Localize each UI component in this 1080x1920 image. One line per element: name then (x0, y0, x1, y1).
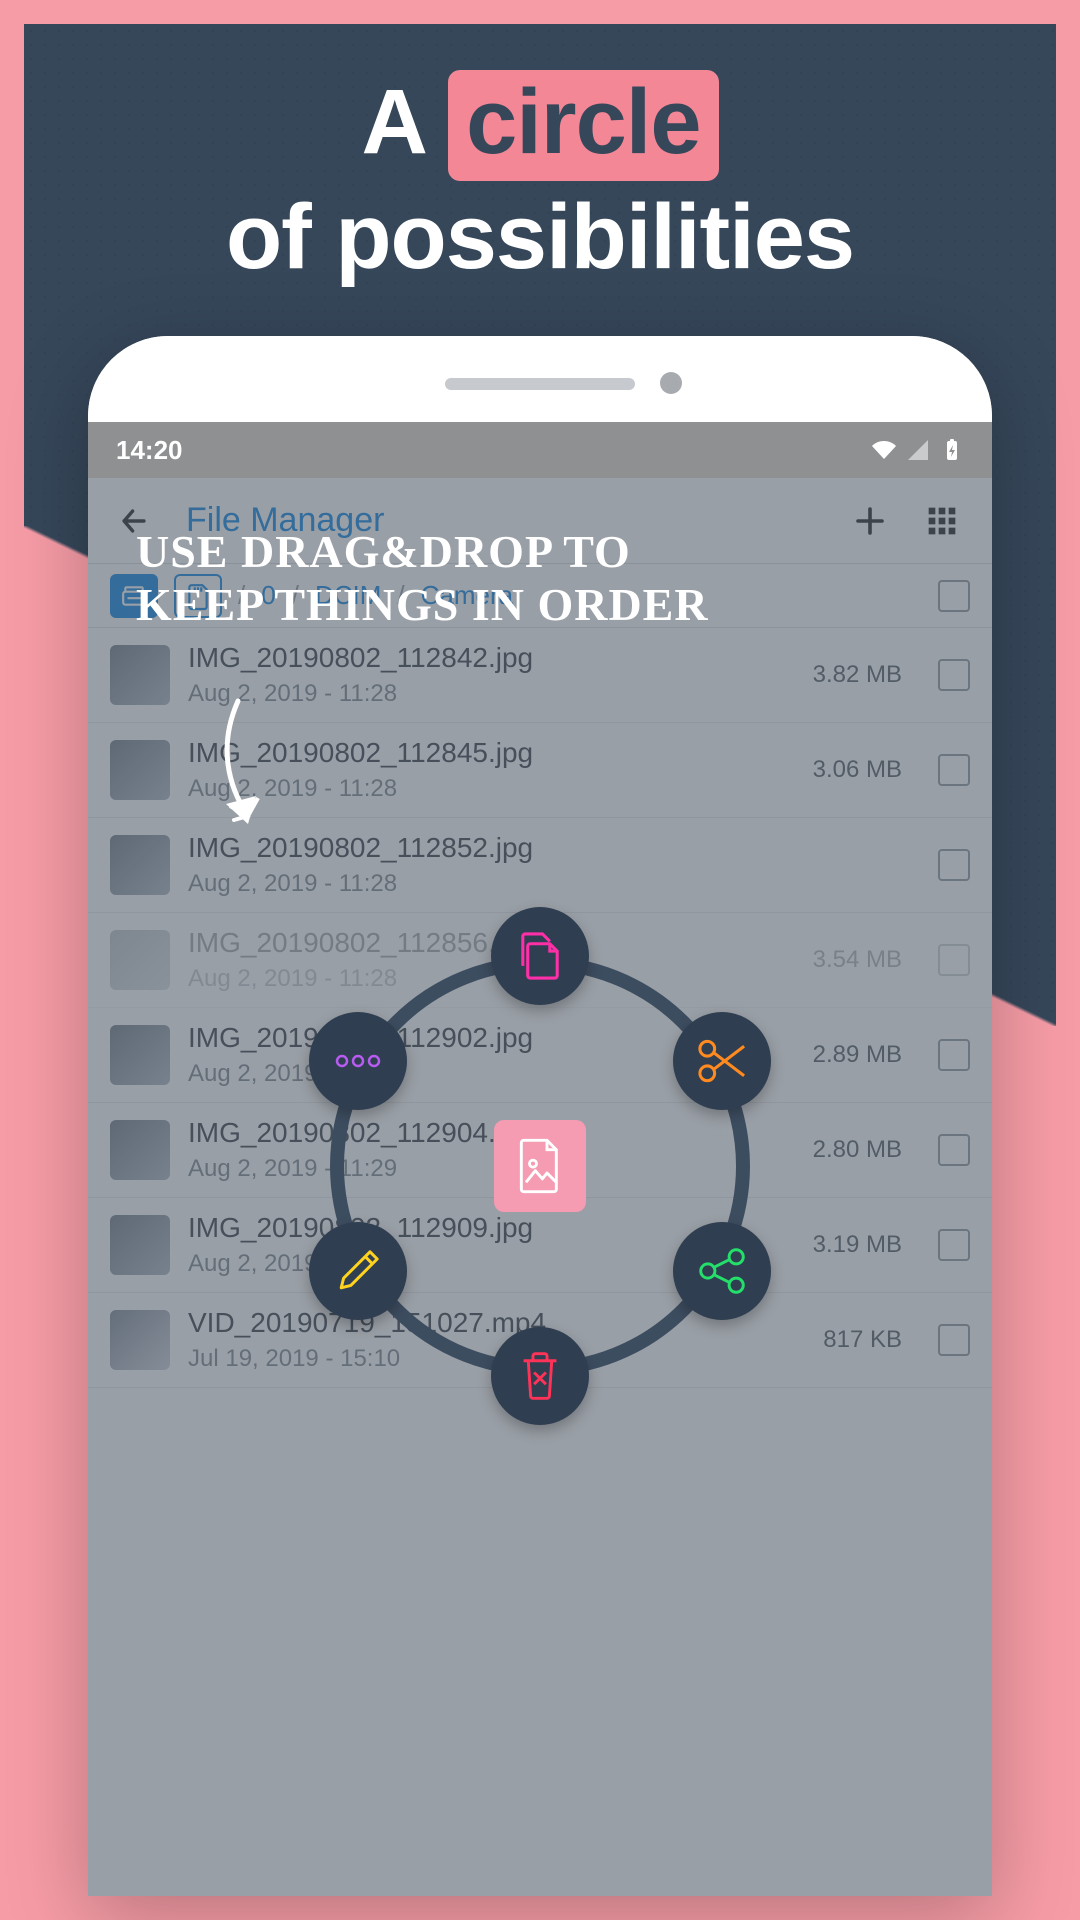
file-checkbox[interactable] (938, 659, 970, 691)
copy-icon (515, 929, 565, 983)
file-size: 817 KB (782, 1326, 902, 1354)
file-meta: Aug 2, 2019 - 11:28 (188, 680, 764, 708)
headline-pre: A (361, 71, 448, 173)
file-checkbox[interactable] (938, 1134, 970, 1166)
image-file-icon (515, 1138, 565, 1194)
list-item[interactable]: IMG_20190802_112842.jpg Aug 2, 2019 - 11:… (88, 628, 992, 723)
scissors-icon (695, 1034, 749, 1088)
headline-line1: A circle (0, 70, 1080, 181)
thumbnail (110, 835, 170, 895)
file-size: 3.54 MB (782, 946, 902, 974)
status-bar: 14:20 (88, 422, 992, 478)
file-checkbox[interactable] (938, 1039, 970, 1071)
hint-line: Use drag&drop to (136, 526, 709, 579)
radial-menu (330, 956, 750, 1376)
thumbnail (110, 930, 170, 990)
wifi-icon (872, 438, 896, 462)
trash-icon (516, 1349, 564, 1403)
hint-text: Use drag&drop to keep things in order (136, 526, 709, 632)
file-meta: Aug 2, 2019 - 11:28 (188, 870, 764, 898)
pencil-icon (334, 1247, 382, 1295)
file-size: 2.89 MB (782, 1041, 902, 1069)
file-name: IMG_20190802_112856.jpg (188, 927, 764, 959)
phone-camera (660, 372, 682, 394)
thumbnail (110, 1025, 170, 1085)
list-item[interactable]: IMG_20190802_112845.jpg Aug 2, 2019 - 11:… (88, 723, 992, 818)
promo-frame: A circle of possibilities 14:20 File Man… (0, 0, 1080, 1920)
thumbnail (110, 1310, 170, 1370)
radial-cut-button[interactable] (673, 1012, 771, 1110)
file-name: IMG_20190802_112845.jpg (188, 737, 764, 769)
status-right (872, 438, 964, 462)
grid-icon (926, 505, 958, 537)
select-all-checkbox[interactable] (938, 580, 970, 612)
plus-icon (852, 503, 888, 539)
phone-mockup: 14:20 File Manager (88, 336, 992, 1896)
add-button[interactable] (842, 493, 898, 549)
radial-delete-button[interactable] (491, 1327, 589, 1425)
thumbnail (110, 1120, 170, 1180)
headline: A circle of possibilities (0, 70, 1080, 290)
thumbnail (110, 645, 170, 705)
thumbnail (110, 740, 170, 800)
radial-copy-button[interactable] (491, 907, 589, 1005)
file-checkbox[interactable] (938, 1229, 970, 1261)
headline-highlight: circle (448, 70, 718, 181)
grid-view-button[interactable] (914, 493, 970, 549)
file-size: 3.19 MB (782, 1231, 902, 1259)
radial-share-button[interactable] (673, 1222, 771, 1320)
list-item[interactable]: IMG_20190802_112852.jpg Aug 2, 2019 - 11:… (88, 818, 992, 913)
thumbnail (110, 1215, 170, 1275)
phone-speaker (445, 378, 635, 390)
radial-dragged-item[interactable] (494, 1120, 586, 1212)
headline-line2: of possibilities (0, 185, 1080, 290)
file-checkbox[interactable] (938, 849, 970, 881)
share-icon (696, 1245, 748, 1297)
file-name: IMG_20190802_112852.jpg (188, 832, 764, 864)
file-checkbox[interactable] (938, 754, 970, 786)
phone-bezel (88, 336, 992, 422)
hint-line: keep things in order (136, 579, 709, 632)
radial-rename-button[interactable] (309, 1222, 407, 1320)
file-checkbox[interactable] (938, 944, 970, 976)
more-icon (332, 1051, 384, 1071)
file-checkbox[interactable] (938, 1324, 970, 1356)
file-size: 2.80 MB (782, 1136, 902, 1164)
radial-more-button[interactable] (309, 1012, 407, 1110)
file-name: IMG_20190802_112842.jpg (188, 642, 764, 674)
signal-icon (906, 438, 930, 462)
battery-icon (940, 438, 964, 462)
status-time: 14:20 (116, 435, 183, 466)
file-size: 3.06 MB (782, 756, 902, 784)
file-meta: Aug 2, 2019 - 11:28 (188, 775, 764, 803)
file-size: 3.82 MB (782, 661, 902, 689)
